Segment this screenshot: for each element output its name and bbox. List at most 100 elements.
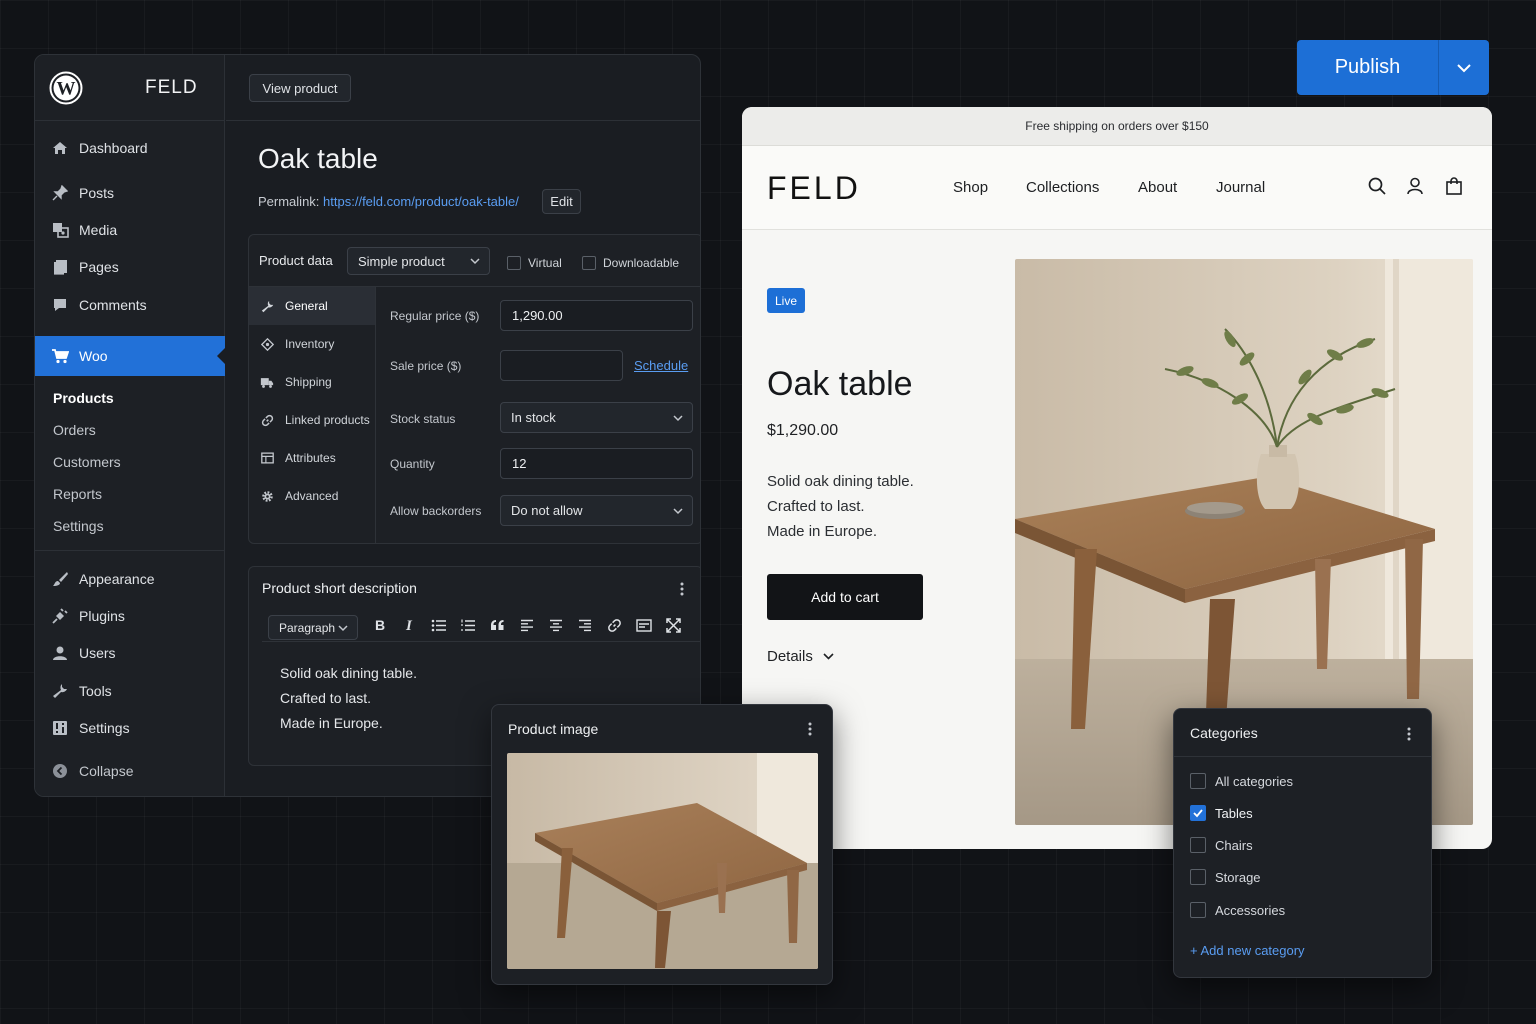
numbered-list-icon[interactable] [460, 619, 476, 632]
category-accessories[interactable]: Accessories [1190, 902, 1285, 918]
store-nav-collections[interactable]: Collections [1026, 179, 1099, 196]
view-product-button[interactable]: View product [249, 74, 351, 102]
product-price: $1,290.00 [767, 422, 839, 439]
sidebar-item-users[interactable]: Users [35, 639, 225, 667]
wordpress-logo-icon[interactable]: W [49, 71, 83, 105]
sidebar-item-label: Tools [79, 683, 112, 699]
bullet-list-icon[interactable] [431, 619, 447, 632]
sale-price-input[interactable] [500, 350, 623, 381]
admin-topbar: View product [226, 55, 700, 121]
backorders-select[interactable]: Do not allow [500, 495, 693, 526]
tab-label: Attributes [285, 451, 336, 465]
admin-brand: W FELD [35, 55, 224, 121]
italic-icon[interactable]: I [404, 618, 416, 632]
kebab-menu-icon[interactable] [680, 581, 684, 597]
align-left-icon[interactable] [520, 619, 534, 632]
sidebar-item-media[interactable]: Media [35, 216, 225, 244]
category-checkbox[interactable] [1190, 902, 1206, 918]
category-checkbox-checked[interactable] [1190, 805, 1206, 821]
sidebar-item-label: Appearance [79, 571, 155, 587]
add-new-category-link[interactable]: + Add new category [1190, 943, 1305, 958]
chevron-down-icon [673, 414, 683, 422]
admin-sidebar: W FELD Dashboard Posts Media Pages Comme… [35, 55, 225, 796]
dashboard-icon [35, 140, 79, 156]
sidebar-item-label: Users [79, 645, 116, 661]
bold-icon[interactable]: B [374, 618, 386, 632]
tab-shipping[interactable]: Shipping [249, 363, 375, 401]
schedule-link[interactable]: Schedule [634, 358, 688, 373]
category-all[interactable]: All categories [1190, 773, 1293, 789]
product-data-header: Product data Simple product Virtual Down… [249, 235, 700, 287]
format-select[interactable]: Paragraph [268, 615, 358, 640]
product-type-select[interactable]: Simple product [347, 247, 490, 275]
permalink-link[interactable]: https://feld.com/product/oak-table/ [323, 194, 519, 209]
svg-text:B: B [375, 618, 385, 632]
short-description-title: Product short description [262, 580, 417, 596]
sidebar-sub-settings[interactable]: Settings [53, 518, 104, 534]
product-image-card: Product image [491, 704, 833, 985]
store-nav-about[interactable]: About [1138, 179, 1177, 196]
page-title[interactable]: Oak table [258, 143, 378, 175]
permalink-edit-button[interactable]: Edit [542, 189, 581, 214]
search-icon[interactable] [1368, 177, 1386, 195]
link-icon [257, 414, 277, 427]
regular-price-input[interactable]: 1,290.00 [500, 300, 693, 331]
link-icon[interactable] [607, 618, 622, 633]
account-icon[interactable] [1406, 177, 1424, 195]
tab-attributes[interactable]: Attributes [249, 439, 375, 477]
sidebar-sub-products[interactable]: Products [53, 390, 114, 406]
publish-options-button[interactable] [1439, 40, 1489, 95]
kebab-menu-icon[interactable] [1407, 726, 1411, 742]
details-toggle[interactable]: Details [767, 648, 834, 665]
sidebar-item-label: Collapse [79, 763, 134, 779]
sidebar-item-collapse[interactable]: Collapse [35, 757, 225, 785]
sidebar-item-comments[interactable]: Comments [35, 291, 225, 319]
fullscreen-icon[interactable] [666, 618, 681, 633]
sidebar-sub-customers[interactable]: Customers [53, 454, 121, 470]
quantity-input[interactable]: 12 [500, 448, 693, 479]
tab-inventory[interactable]: Inventory [249, 325, 375, 363]
category-chairs[interactable]: Chairs [1190, 837, 1253, 853]
sidebar-item-settings[interactable]: Settings [35, 714, 225, 742]
store-nav-journal[interactable]: Journal [1216, 179, 1265, 196]
downloadable-checkbox[interactable] [582, 256, 596, 270]
product-image-thumbnail[interactable] [507, 753, 818, 969]
category-tables[interactable]: Tables [1190, 805, 1253, 821]
tab-label: Linked products [285, 413, 370, 427]
sidebar-divider [35, 550, 225, 551]
tab-linked-products[interactable]: Linked products [249, 401, 375, 439]
kebab-menu-icon[interactable] [808, 721, 812, 737]
sidebar-item-pages[interactable]: Pages [35, 253, 225, 281]
sidebar-item-posts[interactable]: Posts [35, 179, 225, 207]
category-checkbox[interactable] [1190, 773, 1206, 789]
details-label: Details [767, 648, 813, 665]
cart-icon [35, 348, 79, 364]
sidebar-item-dashboard[interactable]: Dashboard [35, 134, 225, 162]
stock-status-value: In stock [511, 410, 556, 425]
tab-general[interactable]: General [249, 287, 375, 325]
sidebar-item-plugins[interactable]: Plugins [35, 602, 225, 630]
read-more-icon[interactable] [636, 619, 652, 632]
align-right-icon[interactable] [578, 619, 592, 632]
publish-button[interactable]: Publish [1297, 40, 1439, 95]
store-nav-shop[interactable]: Shop [953, 179, 988, 196]
category-checkbox[interactable] [1190, 837, 1206, 853]
sidebar-item-woo[interactable]: Woo [35, 336, 225, 376]
store-logo[interactable]: FELD [767, 170, 861, 207]
shopping-bag-icon[interactable] [1445, 177, 1463, 195]
stock-status-select[interactable]: In stock [500, 402, 693, 433]
sidebar-item-tools[interactable]: Tools [35, 677, 225, 705]
sidebar-sub-reports[interactable]: Reports [53, 486, 102, 502]
virtual-checkbox[interactable] [507, 256, 521, 270]
quote-icon[interactable] [490, 619, 505, 631]
collapse-icon [35, 763, 79, 779]
tab-advanced[interactable]: Advanced [249, 477, 375, 515]
category-checkbox[interactable] [1190, 869, 1206, 885]
align-center-icon[interactable] [549, 619, 563, 632]
add-to-cart-button[interactable]: Add to cart [767, 574, 923, 620]
sidebar-sub-orders[interactable]: Orders [53, 422, 96, 438]
editor-content[interactable]: Solid oak dining table. Crafted to last.… [280, 661, 417, 736]
sidebar-item-appearance[interactable]: Appearance [35, 565, 225, 593]
category-storage[interactable]: Storage [1190, 869, 1261, 885]
pin-icon [35, 185, 79, 201]
